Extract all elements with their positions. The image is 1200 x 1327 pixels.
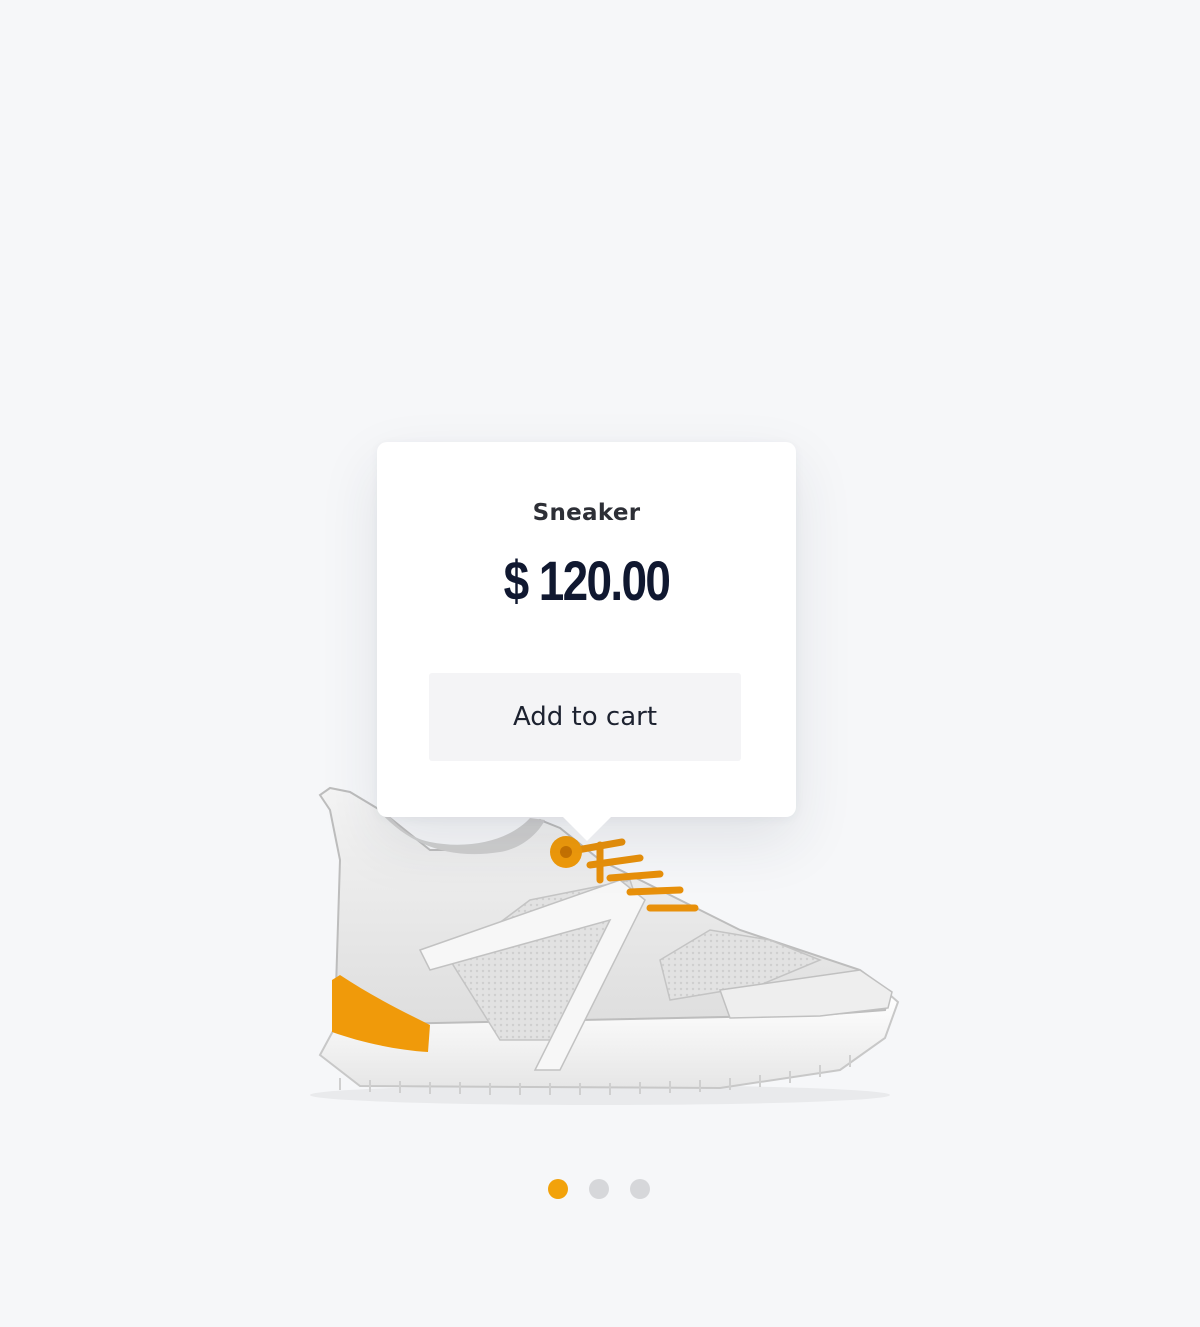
carousel-dot-2[interactable]: [589, 1179, 609, 1199]
add-to-cart-button[interactable]: Add to cart: [429, 673, 741, 761]
popover-pointer: [561, 815, 613, 841]
product-stage: Sneaker $ 120.00 Add to cart: [0, 0, 1200, 1327]
product-price: $ 120.00: [503, 549, 671, 612]
carousel-dot-3[interactable]: [630, 1179, 650, 1199]
product-popover: Sneaker $ 120.00 Add to cart: [377, 442, 796, 817]
product-name: Sneaker: [532, 500, 641, 526]
carousel-pagination: [548, 1179, 650, 1200]
carousel-dot-1[interactable]: [548, 1179, 568, 1199]
